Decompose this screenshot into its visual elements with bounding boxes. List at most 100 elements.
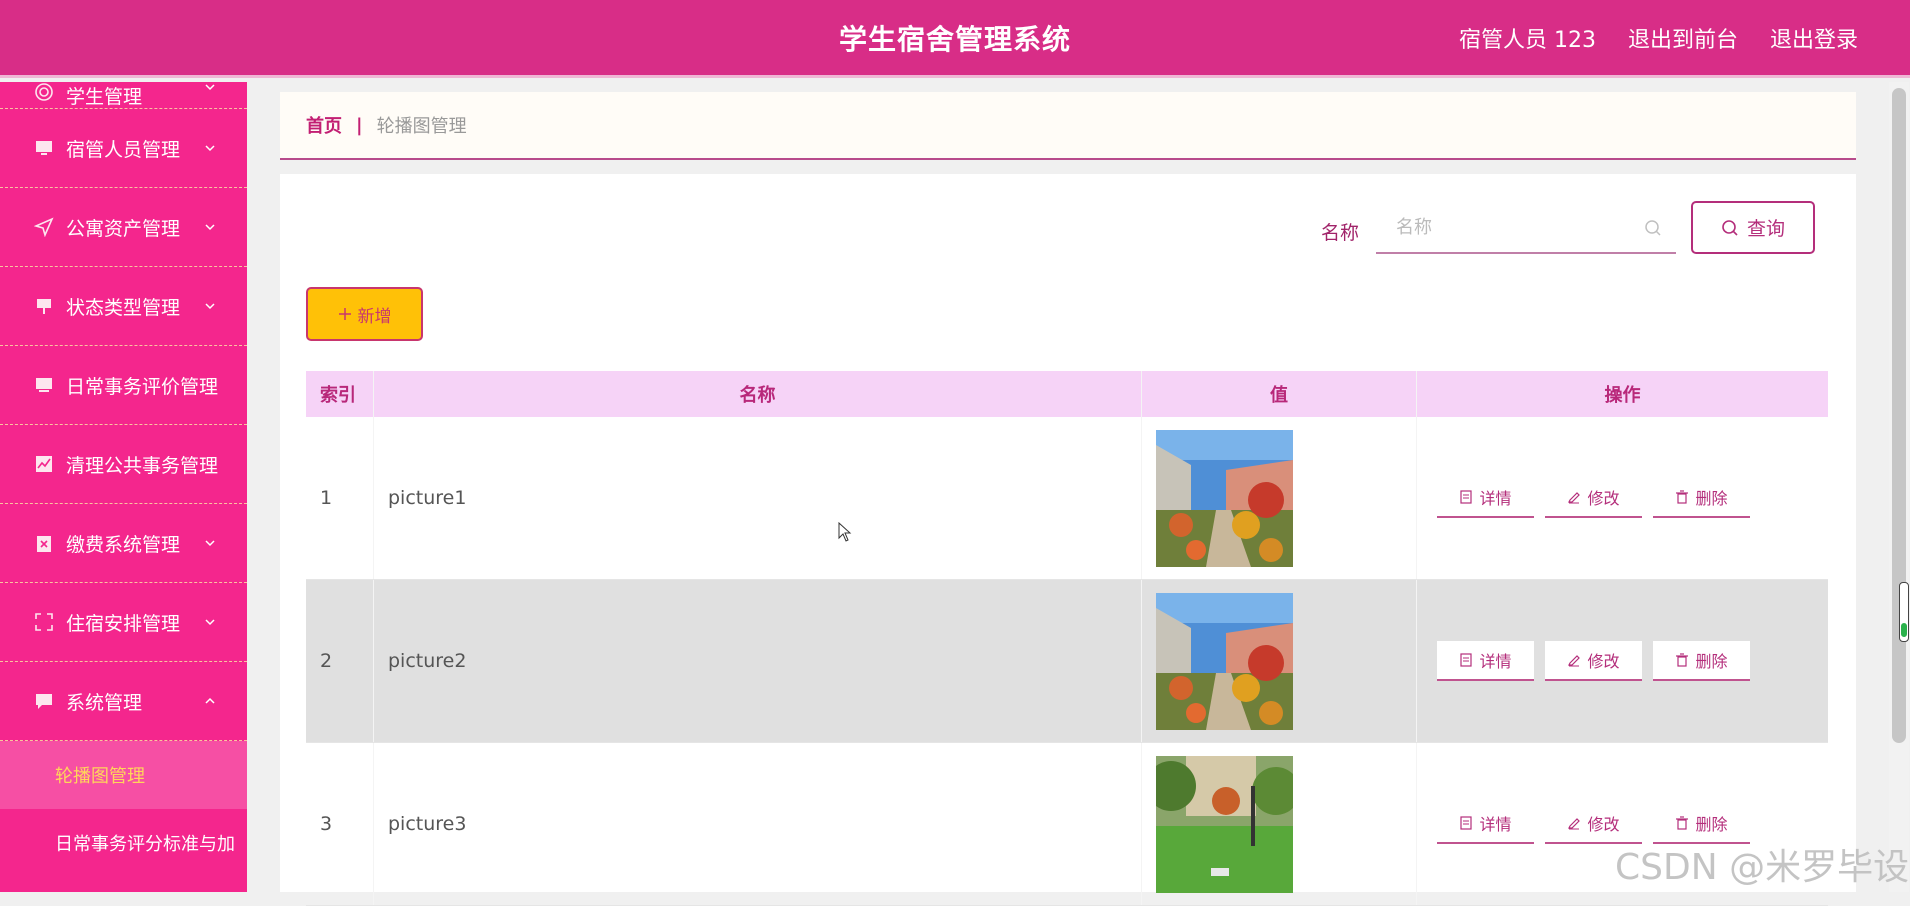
delete-button-label: 删除 — [1695, 652, 1728, 671]
delete-button[interactable]: 删除 — [1653, 478, 1750, 518]
edit-button[interactable]: 修改 — [1545, 478, 1642, 518]
column-header-value: 值 — [1142, 371, 1417, 417]
submenu-item-daily-standards[interactable]: 日常事务评分标准与加 — [0, 809, 247, 877]
sidebar: 学生管理 宿管人员管理 公寓资产管理 状态类型管理 日常事务评价管理 清理公共事… — [0, 82, 247, 892]
table-header: 索引 名称 值 操作 — [306, 371, 1828, 417]
edit-button-label: 修改 — [1587, 652, 1620, 671]
column-header-actions: 操作 — [1604, 385, 1641, 406]
delete-button-label: 删除 — [1695, 489, 1728, 508]
add-button[interactable]: 新增 — [306, 287, 423, 341]
submenu-item-carousel[interactable]: 轮播图管理 — [0, 741, 247, 809]
delete-button-label: 删除 — [1695, 815, 1728, 834]
sidebar-item-cleaning[interactable]: 清理公共事务管理 — [0, 425, 247, 504]
sidebar-item-payment[interactable]: 缴费系统管理 — [0, 504, 247, 583]
sidebar-item-label: 清理公共事务管理 — [66, 454, 219, 477]
trash-icon — [1676, 816, 1689, 830]
search-icon — [1722, 219, 1738, 236]
scroll-indicator — [1899, 582, 1909, 642]
document-icon — [1460, 653, 1473, 667]
detail-button[interactable]: 详情 — [1437, 804, 1534, 844]
column-header-index: 索引 — [306, 371, 374, 417]
sidebar-item-lodging[interactable]: 住宿安排管理 — [0, 583, 247, 662]
row-index: 3 — [306, 743, 374, 905]
search-input[interactable] — [1376, 204, 1648, 250]
detail-button-label: 详情 — [1479, 489, 1512, 508]
monitor-icon — [34, 375, 54, 395]
vertical-scrollbar[interactable] — [1889, 82, 1909, 892]
chevron-down-icon — [205, 303, 215, 310]
query-button-label: 查询 — [1746, 218, 1785, 240]
target-icon — [34, 82, 54, 102]
user-label: 宿管人员 123 — [1458, 28, 1596, 53]
monitor-icon — [34, 138, 54, 158]
plus-icon — [338, 308, 351, 320]
carousel-table: 索引 名称 值 操作 1 picture1 详情 修改 删除 2 picture… — [306, 371, 1828, 906]
breadcrumb-home[interactable]: 首页 — [306, 112, 342, 138]
chevron-down-icon — [205, 540, 215, 547]
chevron-down-icon — [205, 224, 215, 231]
carousel-image-thumbnail — [1156, 755, 1293, 893]
user-area: 宿管人员 123 退出到前台 退出登录 — [1459, 22, 1858, 54]
chevron-down-icon — [205, 84, 215, 91]
send-icon — [34, 217, 54, 237]
sidebar-item-label: 状态类型管理 — [66, 296, 181, 319]
sidebar-item-status-types[interactable]: 状态类型管理 — [0, 267, 247, 346]
row-name: picture1 — [374, 417, 1142, 579]
row-name: picture2 — [374, 580, 1142, 742]
chart-icon — [34, 454, 54, 474]
breadcrumb-current: 轮播图管理 — [376, 116, 467, 137]
search-label: 名称 — [1321, 222, 1360, 244]
sidebar-item-label: 缴费系统管理 — [66, 533, 181, 556]
sidebar-item-student[interactable]: 学生管理 — [0, 82, 247, 109]
pin-icon — [34, 296, 54, 316]
search-icon — [1645, 220, 1661, 236]
row-value — [1142, 417, 1417, 579]
row-value — [1142, 743, 1417, 905]
detail-button-label: 详情 — [1479, 815, 1512, 834]
sidebar-item-label: 公寓资产管理 — [66, 217, 181, 240]
scrollbar-thumb[interactable] — [1892, 88, 1906, 743]
sidebar-item-system[interactable]: 系统管理 — [0, 662, 247, 741]
edit-icon — [1568, 492, 1581, 504]
sidebar-item-label: 日常事务评价管理 — [66, 375, 219, 398]
main-panel: 名称 查询 新增 索引 名称 值 操作 1 picture1 — [280, 174, 1856, 906]
table-row: 1 picture1 详情 修改 删除 — [306, 417, 1828, 580]
front-link[interactable]: 退出到前台 — [1628, 22, 1738, 54]
fullscreen-icon — [34, 612, 54, 632]
column-header-name: 名称 — [374, 371, 1142, 417]
sidebar-item-assets[interactable]: 公寓资产管理 — [0, 188, 247, 267]
breadcrumb: 首页 | 轮播图管理 — [280, 92, 1856, 160]
row-index: 1 — [306, 417, 374, 579]
row-actions: 详情 修改 删除 — [1417, 580, 1828, 742]
table-row: 3 picture3 详情 修改 删除 — [306, 743, 1828, 906]
edit-icon — [1568, 818, 1581, 830]
add-button-label: 新增 — [357, 306, 392, 327]
row-value — [1142, 580, 1417, 742]
carousel-image-thumbnail — [1156, 429, 1293, 567]
edit-button[interactable]: 修改 — [1545, 641, 1642, 681]
delete-button[interactable]: 删除 — [1653, 641, 1750, 681]
sidebar-item-staff[interactable]: 宿管人员管理 — [0, 109, 247, 188]
top-header: 学生宿舍管理系统 宿管人员 123 退出到前台 退出登录 — [0, 0, 1910, 78]
sidebar-item-label: 学生管理 — [66, 86, 143, 108]
row-actions: 详情 修改 删除 — [1417, 417, 1828, 579]
row-index: 2 — [306, 580, 374, 742]
logout-link[interactable]: 退出登录 — [1770, 22, 1858, 54]
edit-button-label: 修改 — [1587, 489, 1620, 508]
detail-button[interactable]: 详情 — [1437, 478, 1534, 518]
trash-icon — [1676, 490, 1689, 504]
sidebar-item-label: 住宿安排管理 — [66, 612, 181, 635]
detail-button[interactable]: 详情 — [1437, 641, 1534, 681]
edit-icon — [1568, 655, 1581, 667]
table-row: 2 picture2 详情 修改 删除 — [306, 580, 1828, 743]
query-button[interactable]: 查询 — [1691, 201, 1815, 254]
document-icon — [1460, 816, 1473, 830]
watermark: CSDN @米罗毕设 — [1615, 847, 1910, 888]
search-box — [1376, 204, 1676, 254]
sidebar-item-daily-eval[interactable]: 日常事务评价管理 — [0, 346, 247, 425]
carousel-image-thumbnail — [1156, 592, 1293, 730]
row-name: picture3 — [374, 743, 1142, 905]
chevron-up-icon — [205, 697, 215, 704]
document-icon — [1460, 490, 1473, 504]
breadcrumb-separator: | — [356, 114, 363, 136]
